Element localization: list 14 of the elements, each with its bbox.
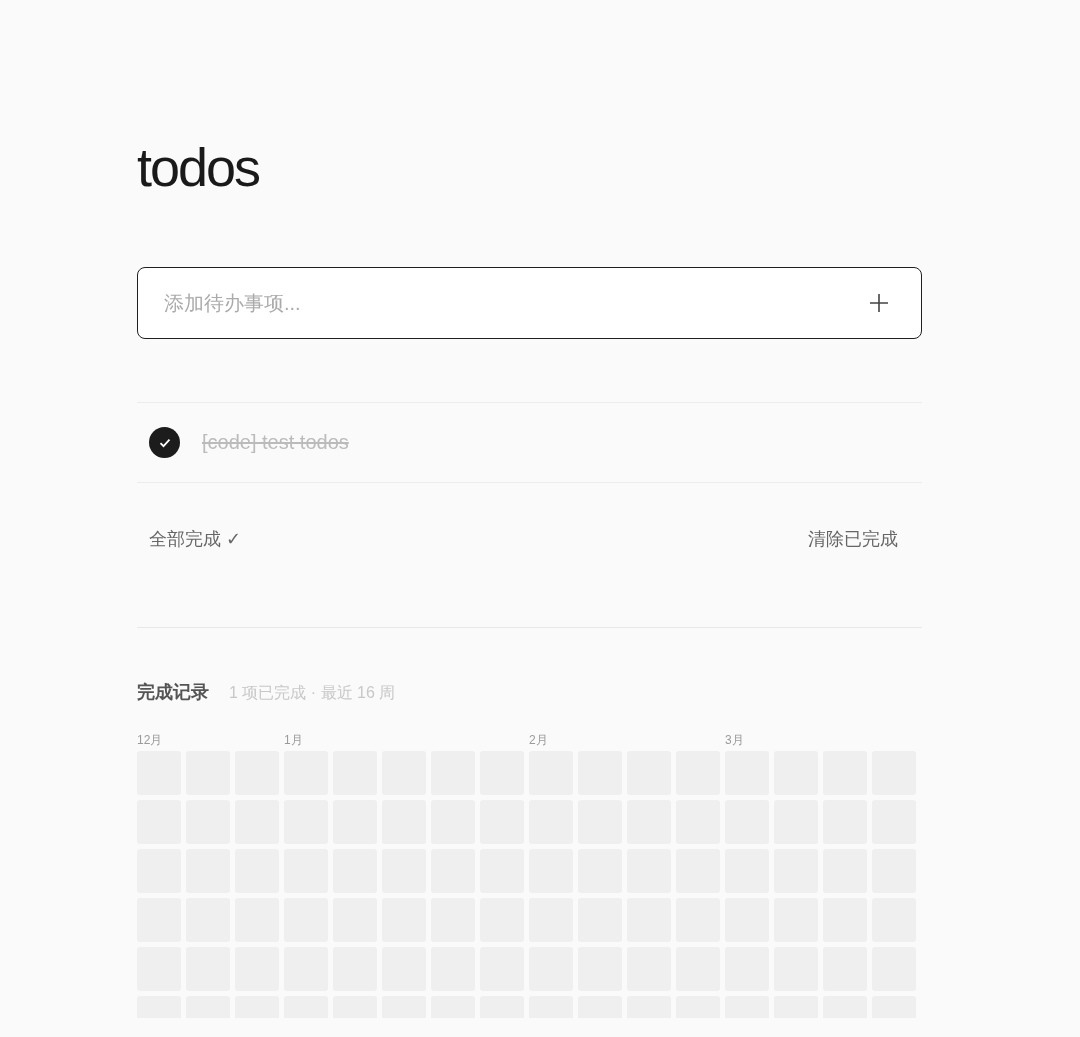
clear-completed-button[interactable]: 清除已完成 (808, 527, 898, 551)
todo-checkbox[interactable] (149, 427, 180, 458)
check-icon (158, 437, 171, 448)
history-title: 完成记录 (137, 681, 209, 704)
todo-text: [code] test todos (202, 431, 349, 454)
month-label: 3月 (725, 732, 745, 746)
add-button[interactable] (868, 292, 890, 314)
new-todo-field[interactable]: 添加待办事项... (137, 267, 922, 339)
app-title: todos (137, 136, 260, 199)
month-label: 12月 (137, 732, 164, 746)
complete-all-button[interactable]: 全部完成 ✓ (149, 527, 242, 551)
plus-icon (868, 292, 890, 314)
month-label: 1月 (284, 732, 304, 746)
month-label: 2月 (529, 732, 549, 746)
